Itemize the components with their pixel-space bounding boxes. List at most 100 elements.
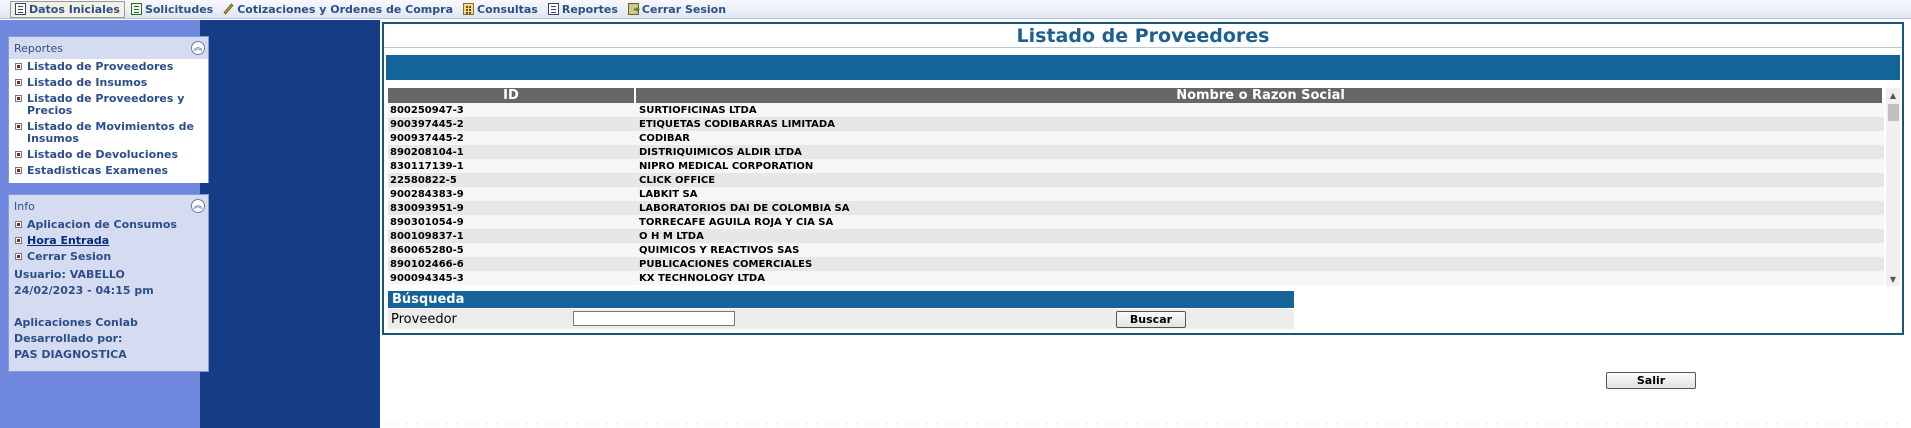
menu-datos-iniciales[interactable]: Datos Iniciales bbox=[10, 0, 125, 18]
sidebar-item-label: Aplicacion de Consumos bbox=[27, 218, 177, 231]
sidebar-item-listado-insumos[interactable]: Listado de Insumos bbox=[9, 77, 208, 89]
menu-label: Cerrar Sesion bbox=[641, 2, 727, 16]
sidebar-item-cerrar-sesion[interactable]: Cerrar Sesion bbox=[9, 251, 208, 263]
search-button[interactable]: Buscar bbox=[1116, 311, 1186, 328]
sidebar-item-estadisticas[interactable]: Estadisticas Examenes bbox=[9, 165, 208, 177]
background-texture bbox=[382, 420, 1904, 428]
table-scrollbar[interactable]: ▲ ▼ bbox=[1886, 88, 1900, 286]
reportes-panel: Reportes ︽ Listado de Proveedores Listad… bbox=[8, 36, 209, 183]
table-row[interactable]: 890102466-6 PUBLICACIONES COMERCIALES bbox=[388, 257, 1884, 271]
menu-cerrar-sesion[interactable]: Cerrar Sesion bbox=[624, 1, 730, 18]
cell-name: ETIQUETAS CODIBARRAS LIMITADA bbox=[639, 118, 835, 130]
menu-reportes[interactable]: Reportes bbox=[544, 1, 622, 18]
table-row[interactable]: 900284383-9 LABKIT SA bbox=[388, 187, 1884, 201]
sidebar-item-label: Listado de Insumos bbox=[27, 76, 148, 89]
cell-id: 830117139-1 bbox=[390, 160, 464, 172]
document-icon bbox=[547, 3, 559, 15]
page-title: Listado de Proveedores bbox=[384, 24, 1902, 48]
menu-label: Cotizaciones y Ordenes de Compra bbox=[237, 2, 453, 16]
bullet-icon bbox=[15, 95, 22, 102]
bullet-icon bbox=[15, 253, 22, 260]
exit-button[interactable]: Salir bbox=[1606, 372, 1696, 389]
cell-id: 860065280-5 bbox=[390, 244, 464, 256]
menu-solicitudes[interactable]: Solicitudes bbox=[127, 1, 217, 18]
sidebar-item-devoluciones[interactable]: Listado de Devoluciones bbox=[9, 149, 208, 161]
datetime-label: 24/02/2023 - 04:15 pm bbox=[14, 284, 154, 297]
cell-id: 900937445-2 bbox=[390, 132, 464, 144]
exit-icon bbox=[627, 3, 639, 15]
sidebar-item-proveedores-precios[interactable]: Listado de Proveedores y Precios bbox=[9, 93, 208, 117]
menu-label: Consultas bbox=[477, 2, 538, 16]
sidebar-item-aplicacion-consumos[interactable]: Aplicacion de Consumos bbox=[9, 219, 208, 231]
pencil-icon bbox=[223, 3, 234, 15]
collapse-icon[interactable]: ︽ bbox=[191, 41, 205, 55]
main-panel: Listado de Proveedores ID Nombre o Razon… bbox=[382, 22, 1904, 335]
sidebar-item-listado-proveedores[interactable]: Listado de Proveedores bbox=[9, 61, 208, 73]
reportes-list: Listado de Proveedores Listado de Insumo… bbox=[9, 59, 208, 183]
search-label: Proveedor bbox=[391, 311, 457, 327]
info-panel: Info ︽ Aplicacion de Consumos Hora Entra… bbox=[8, 194, 209, 372]
table-row[interactable]: 860065280-5 QUIMICOS Y REACTIVOS SAS bbox=[388, 243, 1884, 257]
bullet-icon bbox=[15, 221, 22, 228]
cell-id: 800250947-3 bbox=[390, 104, 464, 116]
table-row[interactable]: 800109837-1 O H M LTDA bbox=[388, 229, 1884, 243]
menu-cotizaciones[interactable]: Cotizaciones y Ordenes de Compra bbox=[219, 1, 457, 18]
sidebar-item-hora-entrada[interactable]: Hora Entrada bbox=[9, 235, 208, 247]
table-row[interactable]: 830093951-9 LABORATORIOS DAI DE COLOMBIA … bbox=[388, 201, 1884, 215]
cell-name: DISTRIQUIMICOS ALDIR LTDA bbox=[639, 146, 802, 158]
cell-name: TORRECAFE AGUILA ROJA Y CIA SA bbox=[639, 216, 834, 228]
column-header-name[interactable]: Nombre o Razon Social bbox=[636, 88, 1884, 103]
cell-name: SURTIOFICINAS LTDA bbox=[639, 104, 757, 116]
cell-id: 830093951-9 bbox=[390, 202, 464, 214]
cell-name: QUIMICOS Y REACTIVOS SAS bbox=[639, 244, 800, 256]
cell-name: LABKIT SA bbox=[639, 188, 698, 200]
scroll-up-icon[interactable]: ▲ bbox=[1886, 88, 1900, 102]
cell-name: CODIBAR bbox=[639, 132, 690, 144]
menu-label: Datos Iniciales bbox=[29, 2, 120, 16]
table-body: 800250947-3 SURTIOFICINAS LTDA 900397445-2… bbox=[388, 103, 1884, 285]
menu-label: Solicitudes bbox=[144, 2, 214, 16]
table-row[interactable]: 830117139-1 NIPRO MEDICAL CORPORATION bbox=[388, 159, 1884, 173]
table-row[interactable]: 900937445-2 CODIBAR bbox=[388, 131, 1884, 145]
bullet-icon bbox=[15, 151, 22, 158]
table-row[interactable]: 800250947-3 SURTIOFICINAS LTDA bbox=[388, 103, 1884, 117]
sidebar-item-label: Listado de Movimientos de Insumos bbox=[27, 120, 194, 145]
navy-background bbox=[200, 20, 380, 428]
green-document-icon bbox=[130, 3, 142, 15]
info-panel-header: Info ︽ bbox=[9, 195, 208, 217]
table-row[interactable]: 900397445-2 ETIQUETAS CODIBARRAS LIMITADA bbox=[388, 117, 1884, 131]
cell-id: 22580822-5 bbox=[390, 174, 457, 186]
providers-table: ID Nombre o Razon Social 800250947-3 SURT… bbox=[388, 88, 1884, 286]
provider-search-input[interactable] bbox=[573, 311, 735, 326]
menu-label: Reportes bbox=[561, 2, 618, 16]
cell-name: CLICK OFFICE bbox=[639, 174, 716, 186]
bullet-icon bbox=[15, 167, 22, 174]
sidebar-item-label: Estadisticas Examenes bbox=[27, 164, 169, 177]
cell-id: 900397445-2 bbox=[390, 118, 464, 130]
cell-name: NIPRO MEDICAL CORPORATION bbox=[639, 160, 814, 172]
column-header-id[interactable]: ID bbox=[388, 88, 636, 103]
top-menu-bar: Datos Iniciales Solicitudes Cotizaciones… bbox=[0, 0, 1911, 19]
menu-consultas[interactable]: Consultas bbox=[459, 1, 542, 18]
table-row[interactable]: 890208104-1 DISTRIQUIMICOS ALDIR LTDA bbox=[388, 145, 1884, 159]
collapse-icon[interactable]: ︽ bbox=[191, 199, 205, 213]
app-name: Aplicaciones Conlab bbox=[14, 316, 138, 329]
scroll-thumb[interactable] bbox=[1887, 104, 1899, 121]
table-row[interactable]: 22580822-5 CLICK OFFICE bbox=[388, 173, 1884, 187]
scroll-down-icon[interactable]: ▼ bbox=[1886, 272, 1900, 286]
table-row[interactable]: 890301054-9 TORRECAFE AGUILA ROJA Y CIA S… bbox=[388, 215, 1884, 229]
sidebar-item-movimientos-insumos[interactable]: Listado de Movimientos de Insumos bbox=[9, 121, 208, 145]
cell-name: LABORATORIOS DAI DE COLOMBIA SA bbox=[639, 202, 850, 214]
document-icon bbox=[15, 3, 26, 15]
cell-id: 890301054-9 bbox=[390, 216, 464, 228]
table-row[interactable]: 900094345-3 KX TECHNOLOGY LTDA bbox=[388, 271, 1884, 285]
scroll-track[interactable] bbox=[1886, 121, 1900, 272]
cell-id: 890102466-6 bbox=[390, 258, 464, 270]
sidebar-item-label: Listado de Proveedores y Precios bbox=[27, 92, 185, 117]
bullet-icon bbox=[15, 79, 22, 86]
cell-id: 900284383-9 bbox=[390, 188, 464, 200]
cell-name: KX TECHNOLOGY LTDA bbox=[639, 272, 765, 284]
search-row: Proveedor Buscar bbox=[388, 309, 1294, 329]
developer-label: Desarrollado por: bbox=[14, 332, 123, 345]
